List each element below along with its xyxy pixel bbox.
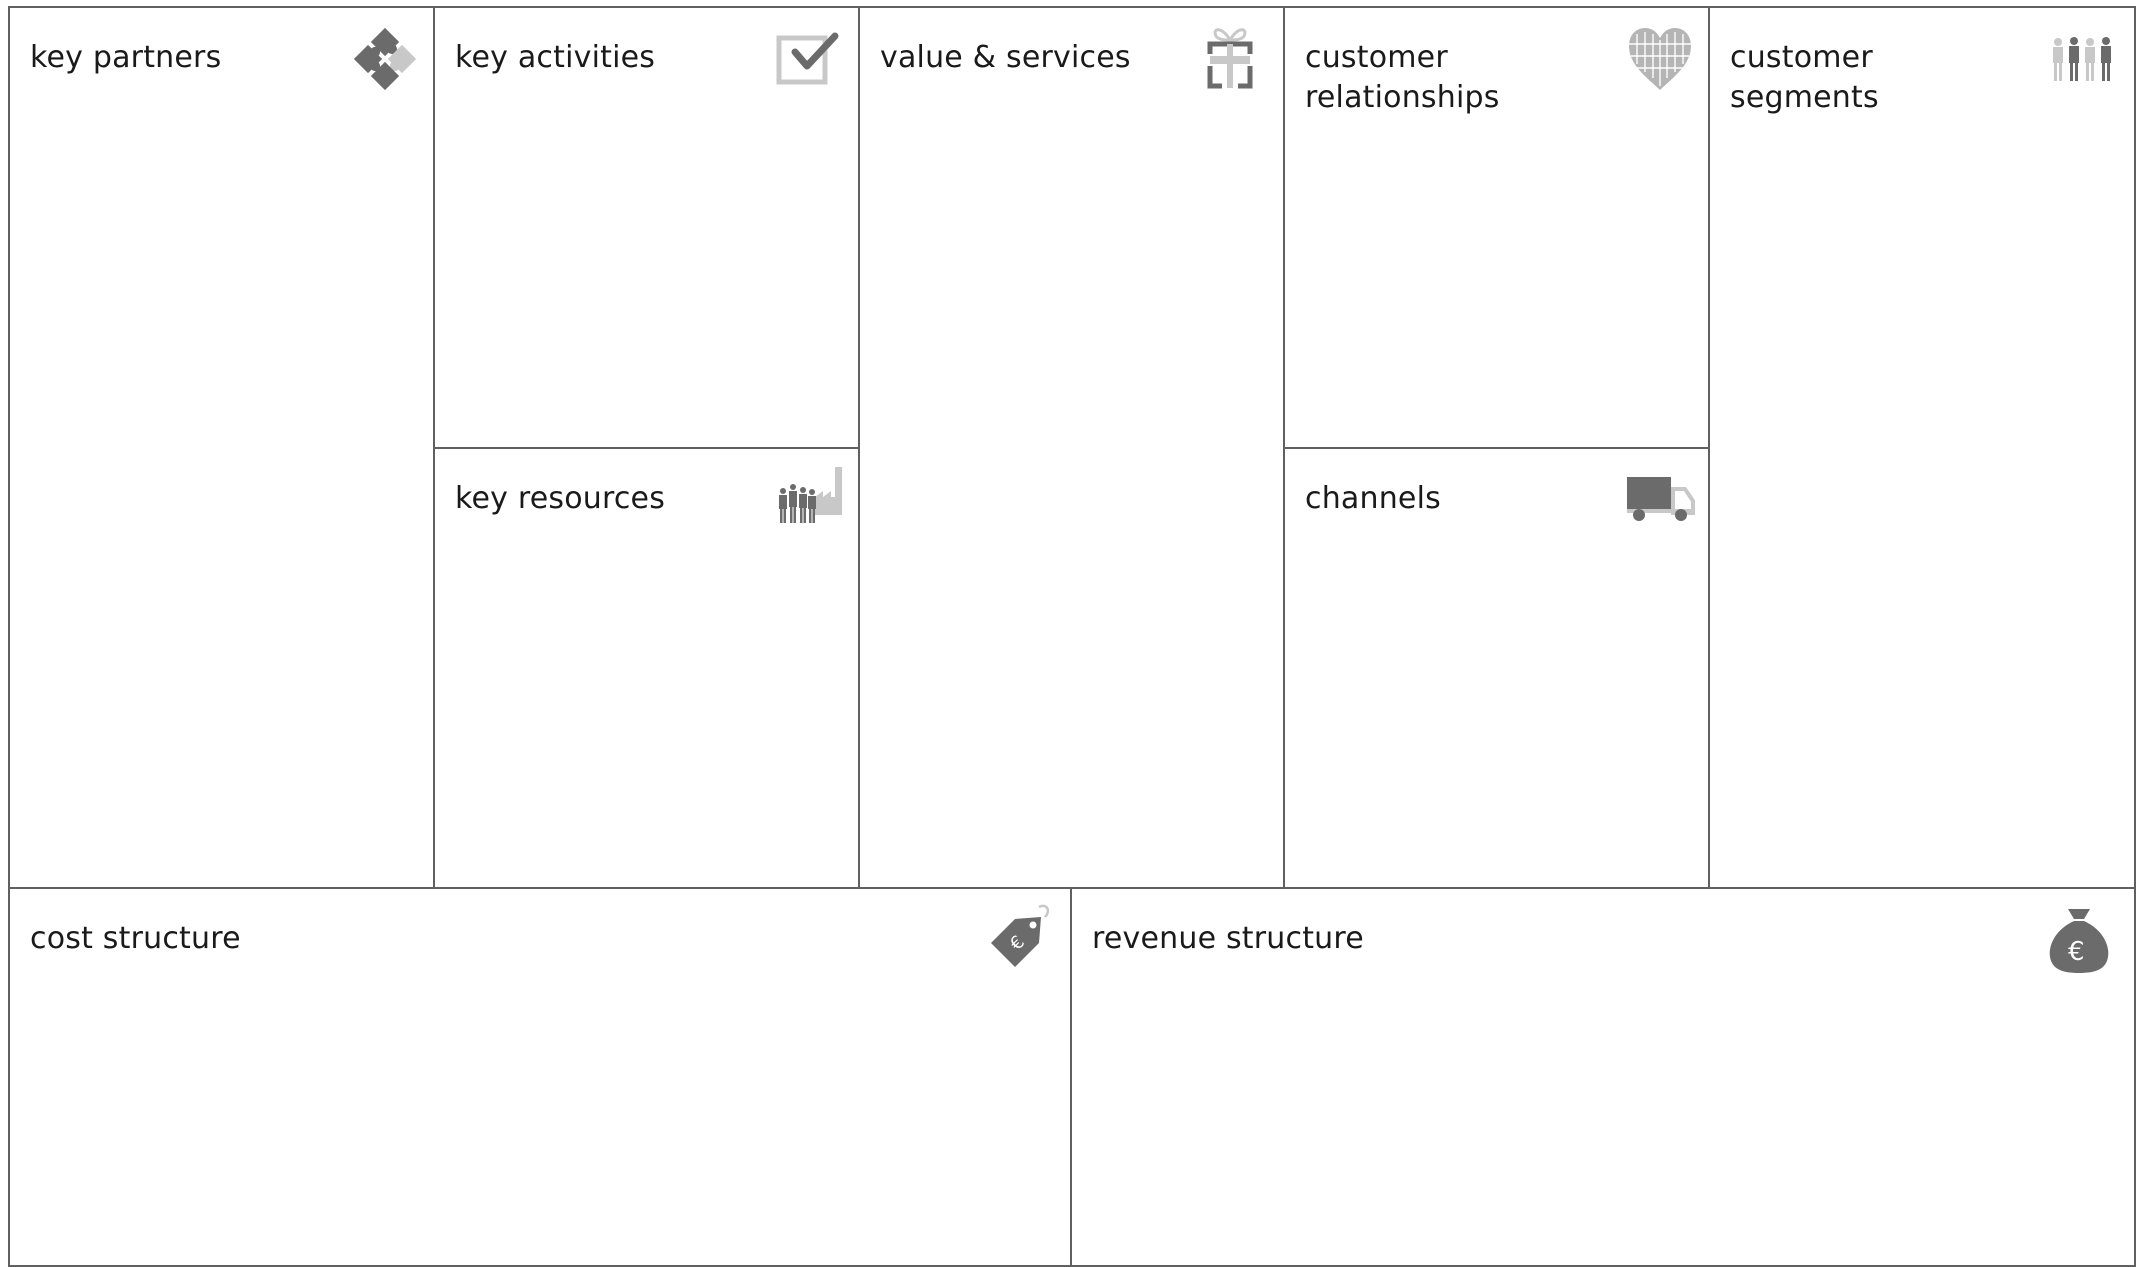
customer-segments-title: customer segments xyxy=(1730,40,1879,115)
cost-structure-block[interactable]: cost structure € xyxy=(8,887,1073,1267)
truck-icon xyxy=(1627,477,1695,521)
customer-relationships-block[interactable]: customer relationships xyxy=(1283,6,1711,450)
puzzle-icon xyxy=(353,27,417,91)
people-group-icon xyxy=(2053,37,2111,81)
heart-people-icon xyxy=(1629,28,1691,90)
cost-structure-title: cost structure xyxy=(30,921,241,956)
key-activities-title: key activities xyxy=(455,40,656,75)
key-activities-block[interactable]: key activities xyxy=(433,6,861,450)
channels-block[interactable]: channels xyxy=(1283,447,1711,890)
channels-title: channels xyxy=(1305,481,1441,516)
business-model-canvas: key partners key activities key resource… xyxy=(0,0,2143,1267)
value-services-title: value & services xyxy=(880,40,1131,75)
checkbox-icon xyxy=(776,32,839,85)
revenue-structure-block[interactable]: revenue structure € xyxy=(1070,887,2136,1267)
key-partners-block[interactable]: key partners xyxy=(8,6,436,890)
price-tag-icon: € xyxy=(991,904,1050,967)
value-services-block[interactable]: value & services xyxy=(858,6,1286,890)
money-bag-icon: € xyxy=(2049,909,2109,973)
customer-relationships-title: customer relationships xyxy=(1305,40,1500,115)
key-resources-block[interactable]: key resources xyxy=(433,447,861,890)
people-factory-icon xyxy=(779,467,842,523)
svg-text:€: € xyxy=(2068,937,2085,967)
key-partners-title: key partners xyxy=(30,40,222,75)
customer-segments-block[interactable]: customer segments xyxy=(1708,6,2136,890)
key-resources-title: key resources xyxy=(455,481,666,516)
gift-icon xyxy=(1207,28,1253,89)
revenue-structure-title: revenue structure xyxy=(1092,921,1364,956)
